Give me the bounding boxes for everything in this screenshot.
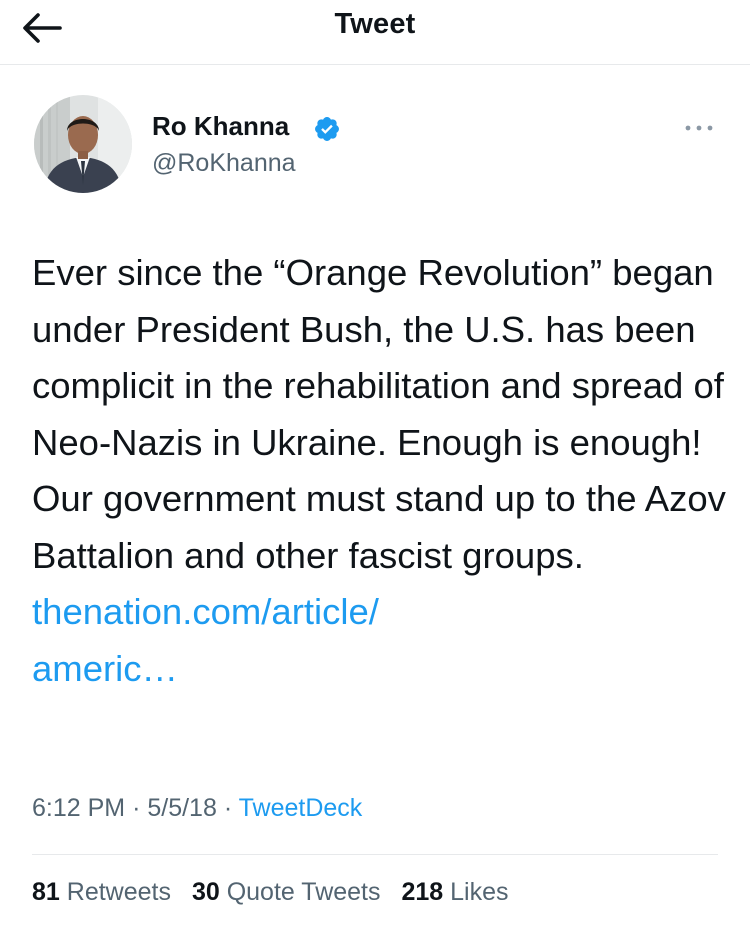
page-title: Tweet bbox=[334, 8, 416, 40]
meta-separator: · bbox=[223, 794, 233, 822]
quote-tweets-stat[interactable]: 30 Quote Tweets bbox=[192, 878, 381, 906]
tweet-source-link[interactable]: TweetDeck bbox=[239, 794, 363, 822]
likes-count: 218 bbox=[401, 878, 444, 906]
quote-tweets-label: Quote Tweets bbox=[226, 878, 381, 906]
tweet-body: Ever since the “Orange Revolution” began… bbox=[32, 252, 726, 576]
tweet-text: Ever since the “Orange Revolution” began… bbox=[32, 245, 732, 697]
more-options-icon bbox=[685, 125, 713, 131]
likes-label: Likes bbox=[450, 878, 509, 906]
avatar[interactable] bbox=[34, 95, 132, 193]
stats-top-divider bbox=[32, 854, 718, 855]
tweet-link[interactable]: thenation.com/article/americ… bbox=[32, 591, 379, 689]
header-divider bbox=[0, 64, 750, 65]
tweet-metadata: 6:12 PM · 5/5/18 · TweetDeck bbox=[32, 794, 362, 823]
tweet-time: 6:12 PM bbox=[32, 794, 126, 822]
top-bar: Tweet bbox=[0, 0, 750, 58]
author-handle[interactable]: @RoKhanna bbox=[152, 149, 296, 178]
more-options-button[interactable] bbox=[676, 112, 726, 146]
retweets-stat[interactable]: 81 Retweets bbox=[32, 878, 171, 906]
verified-badge-icon bbox=[315, 117, 339, 141]
engagement-stats: 81 Retweets 30 Quote Tweets 218 Likes bbox=[32, 878, 523, 907]
tweet-date: 5/5/18 bbox=[147, 794, 217, 822]
meta-separator: · bbox=[132, 794, 141, 822]
author-name[interactable]: Ro Khanna bbox=[152, 111, 289, 142]
retweets-label: Retweets bbox=[66, 878, 171, 906]
retweets-count: 81 bbox=[32, 878, 60, 906]
likes-stat[interactable]: 218 Likes bbox=[401, 878, 508, 906]
quote-tweets-count: 30 bbox=[191, 878, 220, 906]
